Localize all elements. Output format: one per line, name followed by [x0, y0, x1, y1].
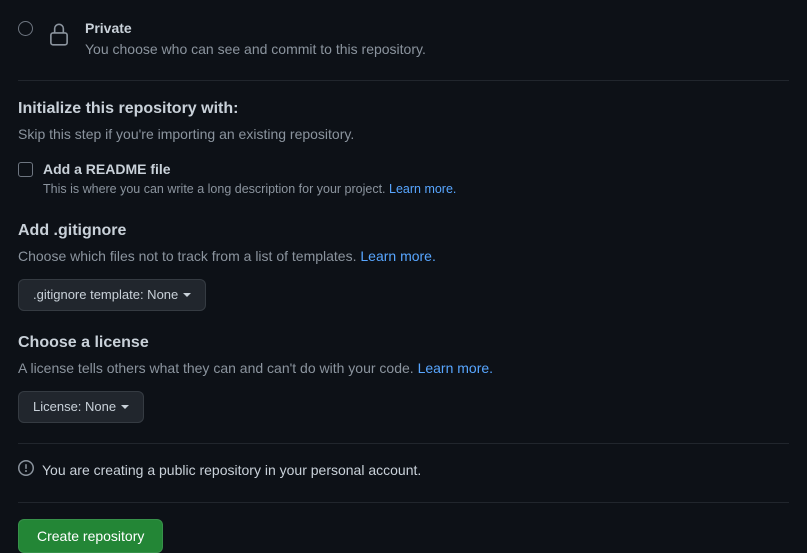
license-learn-more-link[interactable]: Learn more. [418, 360, 493, 376]
private-description: You choose who can see and commit to thi… [85, 39, 789, 60]
readme-option[interactable]: Add a README file This is where you can … [18, 159, 789, 199]
license-select[interactable]: License: None [18, 391, 144, 423]
private-radio[interactable] [18, 21, 33, 36]
chevron-down-icon [183, 293, 191, 297]
lock-icon [43, 18, 75, 50]
gitignore-template-select[interactable]: .gitignore template: None [18, 279, 206, 311]
divider-3 [18, 502, 789, 503]
divider-2 [18, 443, 789, 444]
chevron-down-icon [121, 405, 129, 409]
initialize-sub: Skip this step if you're importing an ex… [18, 124, 789, 145]
license-section: Choose a license A license tells others … [18, 331, 789, 423]
license-heading: Choose a license [18, 331, 789, 355]
license-description: A license tells others what they can and… [18, 358, 789, 379]
readme-checkbox[interactable] [18, 162, 33, 177]
gitignore-heading: Add .gitignore [18, 219, 789, 243]
create-repository-button[interactable]: Create repository [18, 519, 163, 553]
info-icon [18, 460, 34, 482]
visibility-option-private[interactable]: Private You choose who can see and commi… [18, 18, 789, 60]
readme-text-block: Add a README file This is where you can … [43, 159, 456, 199]
gitignore-learn-more-link[interactable]: Learn more. [360, 248, 435, 264]
info-text: You are creating a public repository in … [42, 460, 421, 481]
gitignore-description: Choose which files not to track from a l… [18, 246, 789, 267]
gitignore-section: Add .gitignore Choose which files not to… [18, 219, 789, 311]
initialize-heading: Initialize this repository with: [18, 97, 789, 121]
readme-description: This is where you can write a long descr… [43, 180, 456, 199]
info-line: You are creating a public repository in … [18, 460, 789, 482]
initialize-section: Initialize this repository with: Skip th… [18, 97, 789, 423]
readme-label: Add a README file [43, 159, 456, 180]
private-title: Private [85, 18, 789, 39]
divider-1 [18, 80, 789, 81]
readme-learn-more-link[interactable]: Learn more. [389, 182, 456, 196]
private-text-block: Private You choose who can see and commi… [85, 18, 789, 60]
